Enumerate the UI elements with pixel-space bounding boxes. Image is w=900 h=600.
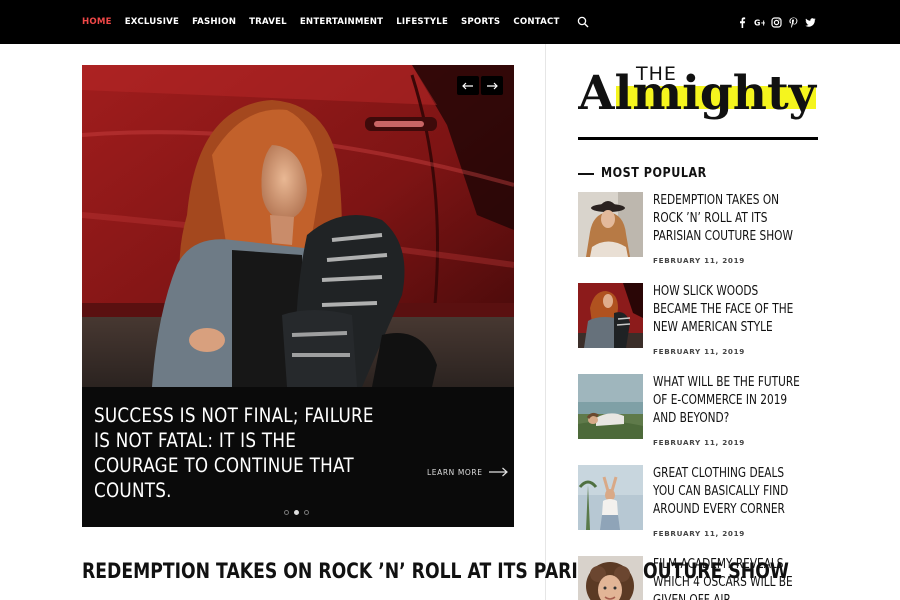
popular-thumbnail[interactable] xyxy=(578,374,643,439)
featured-slider[interactable]: SUCCESS IS NOT FINAL; FAILURE IS NOT FAT… xyxy=(82,65,514,527)
popular-item-date: FEBRUARY 11, 2019 xyxy=(653,529,745,538)
nav-fashion[interactable]: FASHION xyxy=(192,17,236,27)
slider-dot-active[interactable] xyxy=(294,510,299,515)
long-arrow-right-icon xyxy=(488,467,508,477)
popular-thumbnail[interactable] xyxy=(578,465,643,530)
popular-item-date: FEBRUARY 11, 2019 xyxy=(653,438,745,447)
popular-item-date: FEBRUARY 11, 2019 xyxy=(653,347,745,356)
twitter-icon[interactable] xyxy=(805,17,816,28)
pinterest-icon[interactable] xyxy=(788,17,799,28)
popular-item-date: FEBRUARY 11, 2019 xyxy=(653,256,745,265)
learn-more-label: LEARN MORE xyxy=(427,467,483,477)
instagram-icon[interactable] xyxy=(771,16,782,28)
nav-entertainment[interactable]: ENTERTAINMENT xyxy=(300,17,383,27)
popular-item[interactable]: FILM ACADEMY REVEALS WHICH 4 OSCARS WILL… xyxy=(578,556,823,600)
popular-item-title[interactable]: GREAT CLOTHING DEALS YOU CAN BASICALLY F… xyxy=(653,465,805,518)
social-links: G+ xyxy=(737,0,816,44)
slider-pagination xyxy=(284,510,309,515)
slide-caption: SUCCESS IS NOT FINAL; FAILURE IS NOT FAT… xyxy=(94,404,374,502)
column-divider xyxy=(545,44,546,600)
popular-thumbnail[interactable] xyxy=(578,192,643,257)
popular-item[interactable]: GREAT CLOTHING DEALS YOU CAN BASICALLY F… xyxy=(578,465,823,545)
most-popular-title: MOST POPULAR xyxy=(601,166,707,181)
popular-thumbnail[interactable] xyxy=(578,556,643,600)
heading-dash xyxy=(578,172,594,175)
arrow-right-icon xyxy=(487,82,498,89)
main-menu: HOME EXCLUSIVE FASHION TRAVEL ENTERTAINM… xyxy=(82,0,589,44)
svg-text:G+: G+ xyxy=(754,18,765,27)
google-plus-icon[interactable]: G+ xyxy=(754,17,765,28)
search-icon[interactable] xyxy=(577,16,589,28)
slider-dot[interactable] xyxy=(284,510,289,515)
slider-next-button[interactable] xyxy=(481,76,503,95)
popular-item[interactable]: HOW SLICK WOODS BECAME THE FACE OF THE N… xyxy=(578,283,823,363)
slider-prev-button[interactable] xyxy=(457,76,479,95)
nav-exclusive[interactable]: EXCLUSIVE xyxy=(125,17,179,27)
slider-dot[interactable] xyxy=(304,510,309,515)
popular-item[interactable]: REDEMPTION TAKES ON ROCK ’N’ ROLL AT ITS… xyxy=(578,192,823,272)
nav-contact[interactable]: CONTACT xyxy=(513,17,559,27)
facebook-icon[interactable] xyxy=(737,16,748,28)
svg-text:Almighty: Almighty xyxy=(578,66,818,121)
popular-item-title[interactable]: FILM ACADEMY REVEALS WHICH 4 OSCARS WILL… xyxy=(653,556,805,600)
popular-item-title[interactable]: WHAT WILL BE THE FUTURE OF E-COMMERCE IN… xyxy=(653,374,805,427)
nav-travel[interactable]: TRAVEL xyxy=(249,17,287,27)
nav-lifestyle[interactable]: LIFESTYLE xyxy=(396,17,448,27)
top-navigation-bar: HOME EXCLUSIVE FASHION TRAVEL ENTERTAINM… xyxy=(0,0,900,44)
learn-more-link[interactable]: LEARN MORE xyxy=(427,467,509,477)
site-logo[interactable]: THE Almighty xyxy=(577,62,818,142)
nav-sports[interactable]: SPORTS xyxy=(461,17,500,27)
arrow-left-icon xyxy=(462,82,473,89)
nav-home[interactable]: HOME xyxy=(82,17,112,27)
popular-item-title[interactable]: REDEMPTION TAKES ON ROCK ’N’ ROLL AT ITS… xyxy=(653,192,805,245)
popular-item[interactable]: WHAT WILL BE THE FUTURE OF E-COMMERCE IN… xyxy=(578,374,823,454)
logo-underline xyxy=(578,137,818,140)
article-title[interactable]: REDEMPTION TAKES ON ROCK ’N’ ROLL AT ITS… xyxy=(82,559,789,583)
popular-thumbnail[interactable] xyxy=(578,283,643,348)
popular-item-title[interactable]: HOW SLICK WOODS BECAME THE FACE OF THE N… xyxy=(653,283,805,336)
slide-image[interactable] xyxy=(82,65,514,387)
most-popular-heading: MOST POPULAR xyxy=(578,166,724,181)
